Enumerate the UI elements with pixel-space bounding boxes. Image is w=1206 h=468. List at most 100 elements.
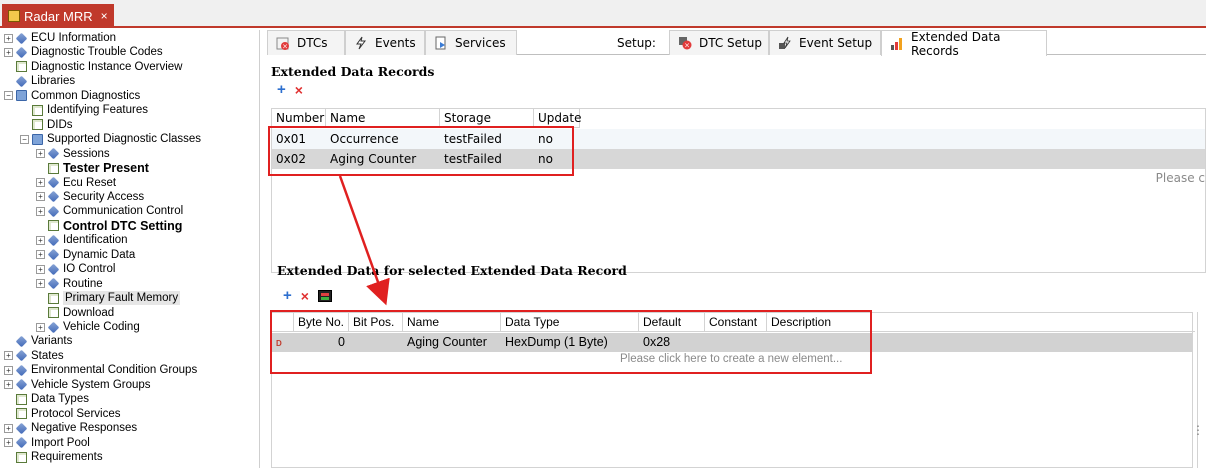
node-icon: [47, 277, 60, 290]
tree-item[interactable]: + Diagnostic Trouble Codes: [4, 45, 163, 59]
expand-icon[interactable]: +: [36, 178, 45, 187]
node-icon: [47, 176, 60, 189]
tab-services[interactable]: Services: [425, 30, 517, 55]
tree-item[interactable]: + Negative Responses: [4, 421, 137, 435]
collapse-icon[interactable]: −: [20, 134, 29, 144]
records-highlight-box: [268, 126, 574, 176]
expand-icon[interactable]: +: [4, 351, 13, 361]
tab-event-setup[interactable]: Event Setup: [769, 30, 881, 55]
expand-icon[interactable]: +: [36, 250, 45, 260]
expand-icon[interactable]: +: [36, 206, 45, 216]
collapse-icon[interactable]: −: [4, 91, 13, 101]
node-icon: [47, 205, 60, 218]
tree-item[interactable]: + Identification: [36, 233, 128, 247]
delete-record-button[interactable]: ×: [295, 83, 303, 97]
node-icon: [15, 335, 28, 348]
expand-icon[interactable]: +: [4, 380, 13, 390]
tree-item[interactable]: Control DTC Setting: [36, 219, 182, 233]
tab-events-label: Events: [375, 36, 416, 50]
tree-item[interactable]: + States: [4, 349, 64, 363]
tab-dtcs[interactable]: × DTCs: [267, 30, 345, 55]
expand-icon[interactable]: +: [4, 47, 13, 57]
tree-item[interactable]: + Environmental Condition Groups: [4, 363, 197, 377]
page-icon: [16, 451, 27, 463]
tree-item-label: Identification: [63, 234, 128, 247]
tree-item-label: Vehicle System Groups: [31, 378, 151, 391]
expand-icon[interactable]: +: [36, 192, 45, 202]
services-icon: [434, 36, 448, 50]
project-tree[interactable]: + ECU Information + Diagnostic Trouble Code…: [0, 30, 260, 468]
tab-events[interactable]: Events: [345, 30, 425, 55]
tab-extended-data-records[interactable]: Extended Data Records: [881, 29, 1047, 58]
tree-item[interactable]: + Dynamic Data: [36, 248, 135, 262]
lightning-icon: [354, 36, 368, 50]
splitter-grip-icon[interactable]: ⋮: [1192, 423, 1204, 437]
tree-item[interactable]: Identifying Features: [20, 103, 148, 117]
node-icon: [47, 321, 60, 333]
tree-item[interactable]: + IO Control: [36, 262, 115, 276]
expand-icon[interactable]: +: [4, 438, 13, 448]
tree-item[interactable]: Tester Present: [36, 161, 149, 175]
tree-item[interactable]: Download: [36, 306, 114, 320]
node-icon: [15, 46, 28, 59]
expand-icon[interactable]: +: [4, 365, 13, 375]
tree-item-label: Identifying Features: [47, 104, 149, 117]
expand-icon[interactable]: +: [36, 279, 45, 289]
tree-item[interactable]: + Security Access: [36, 190, 144, 204]
document-tab-title: Radar MRR: [24, 8, 93, 24]
tree-item[interactable]: + Sessions: [36, 147, 110, 161]
tree-item[interactable]: + Vehicle Coding: [36, 320, 140, 334]
tree-item[interactable]: − Supported Diagnostic Classes: [20, 132, 201, 146]
tab-dtc-setup-label: DTC Setup: [699, 36, 762, 50]
page-icon: [16, 61, 27, 73]
tree-item-label: Data Types: [31, 393, 89, 406]
tree-item[interactable]: + Vehicle System Groups: [4, 378, 151, 392]
delete-element-button[interactable]: ×: [301, 289, 309, 303]
tree-item[interactable]: DIDs: [20, 118, 73, 132]
tree-item[interactable]: Data Types: [4, 392, 89, 406]
expand-icon[interactable]: +: [36, 322, 45, 332]
tab-dtcs-label: DTCs: [297, 36, 328, 50]
close-icon[interactable]: ×: [101, 9, 108, 23]
node-icon: [47, 263, 60, 276]
node-icon: [47, 248, 60, 261]
svg-text:×: ×: [282, 43, 288, 51]
expand-icon[interactable]: +: [4, 423, 13, 433]
tree-item[interactable]: + Import Pool: [4, 436, 90, 450]
tab-extended-data-records-label: Extended Data Records: [911, 29, 1001, 58]
page-icon: [16, 408, 27, 420]
tab-services-label: Services: [455, 36, 506, 50]
tree-item-label: States: [31, 349, 64, 362]
extended-data-highlight-box: [270, 310, 872, 374]
add-element-button[interactable]: +: [283, 288, 292, 303]
tree-item[interactable]: − Common Diagnostics: [4, 89, 140, 103]
splitter[interactable]: [1197, 312, 1198, 468]
dtc-icon: ×: [276, 36, 290, 51]
tree-item[interactable]: + ECU Information: [4, 31, 116, 45]
tree-item[interactable]: Requirements: [4, 450, 103, 464]
document-tab-radar-mrr[interactable]: Radar MRR ×: [2, 4, 114, 28]
page-icon: [48, 220, 59, 232]
tab-event-setup-label: Event Setup: [799, 36, 873, 50]
grid-settings-icon[interactable]: [317, 290, 332, 302]
tree-item[interactable]: + Ecu Reset: [36, 176, 116, 190]
tab-dtc-setup[interactable]: × DTC Setup: [669, 30, 769, 55]
new-record-hint[interactable]: Please c: [1156, 171, 1205, 185]
tree-item[interactable]: Protocol Services: [4, 407, 120, 421]
page-icon: [32, 104, 43, 116]
expand-icon[interactable]: +: [36, 235, 45, 245]
add-record-button[interactable]: +: [277, 82, 286, 97]
expand-icon[interactable]: +: [36, 149, 45, 159]
extended-data-toolbar: + ×: [283, 288, 332, 303]
tree-item[interactable]: + Communication Control: [36, 204, 183, 218]
document-tab-bar: Radar MRR ×: [0, 0, 1206, 28]
tree-item[interactable]: + Routine: [36, 277, 103, 291]
tree-item[interactable]: Primary Fault Memory: [36, 291, 181, 306]
tree-item[interactable]: Libraries: [4, 74, 75, 88]
expand-icon[interactable]: +: [4, 33, 13, 43]
tree-item[interactable]: Diagnostic Instance Overview: [4, 60, 182, 74]
tree-item-label: Diagnostic Trouble Codes: [31, 46, 163, 59]
expand-icon[interactable]: +: [36, 264, 45, 274]
tree-item[interactable]: Variants: [4, 334, 72, 348]
tree-item-label: Dynamic Data: [63, 248, 136, 261]
